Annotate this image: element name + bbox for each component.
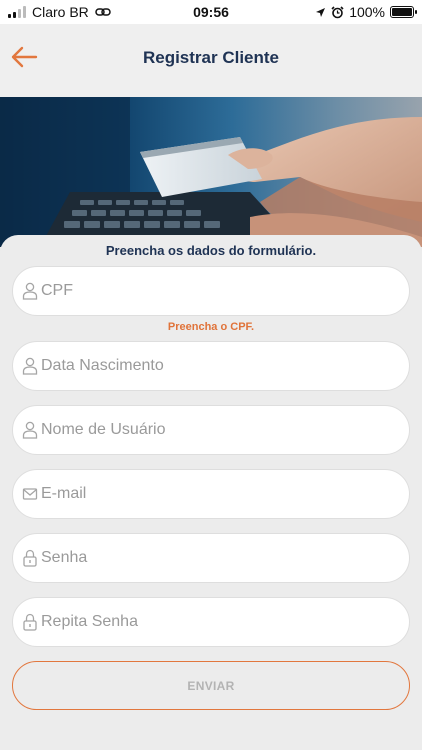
alarm-icon — [331, 5, 344, 18]
cpf-error-message: Preencha o CPF. — [167, 321, 255, 333]
lock-icon — [23, 549, 37, 567]
submit-button[interactable]: ENVIAR — [12, 661, 410, 710]
status-bar: Claro BR 09:56 100% — [0, 0, 422, 24]
birthdate-field[interactable] — [12, 341, 410, 391]
form-card: Preencha os dados do formulário. Preench… — [0, 235, 422, 750]
password-input[interactable] — [41, 534, 401, 582]
user-icon — [22, 421, 38, 439]
nav-header: Registrar Cliente — [0, 24, 422, 97]
confirm-password-field[interactable] — [12, 597, 410, 647]
battery-fill — [392, 8, 412, 16]
username-input[interactable] — [41, 406, 401, 454]
battery-icon — [390, 6, 417, 18]
location-arrow-icon — [316, 7, 326, 17]
user-icon — [22, 357, 38, 375]
email-field[interactable] — [12, 469, 410, 519]
lock-icon — [23, 613, 37, 631]
cpf-field[interactable] — [12, 266, 410, 316]
cpf-input[interactable] — [41, 267, 401, 315]
user-icon — [22, 282, 38, 300]
form-intro: Preencha os dados do formulário. — [105, 243, 317, 258]
hero-illustration — [0, 97, 422, 247]
email-input[interactable] — [41, 470, 401, 518]
hero-image — [0, 97, 422, 247]
status-right: 100% — [315, 4, 417, 20]
username-field[interactable] — [12, 405, 410, 455]
battery-percent: 100% — [349, 4, 385, 20]
password-field[interactable] — [12, 533, 410, 583]
birthdate-input[interactable] — [41, 342, 401, 390]
confirm-password-input[interactable] — [41, 598, 401, 646]
envelope-icon — [22, 488, 38, 500]
page-title: Registrar Cliente — [142, 48, 280, 67]
